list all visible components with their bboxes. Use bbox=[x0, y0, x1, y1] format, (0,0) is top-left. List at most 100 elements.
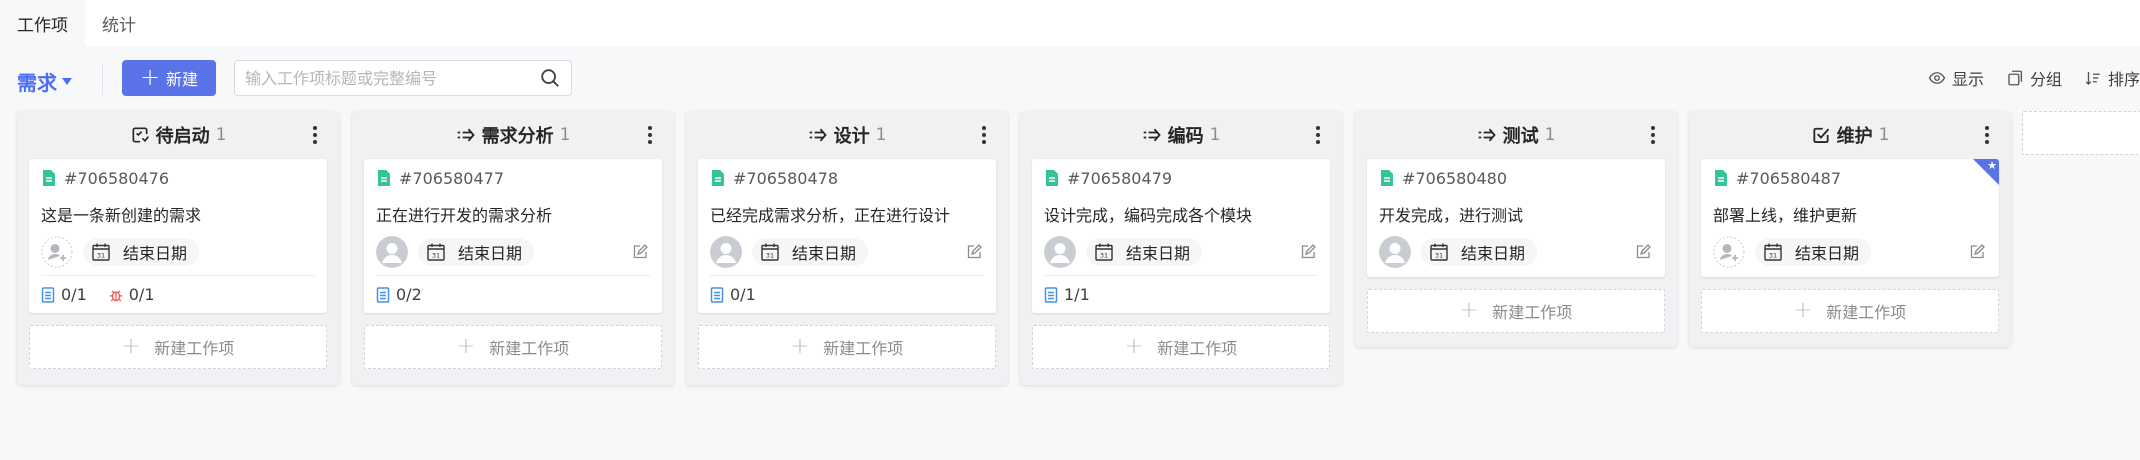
card-id-text: #706580487 bbox=[1736, 168, 1842, 188]
column-more-icon[interactable] bbox=[1643, 125, 1663, 145]
new-work-item-button[interactable]: + 新建 bbox=[122, 60, 216, 96]
card-id: #706580480 bbox=[1367, 159, 1665, 197]
column-more-icon[interactable] bbox=[1977, 125, 1997, 145]
work-item-card[interactable]: #706580478 已经完成需求分析，正在进行设计 31 结束日期 0/1 bbox=[698, 159, 996, 313]
svg-text:31: 31 bbox=[766, 252, 774, 260]
end-date-picker[interactable]: 31 结束日期 bbox=[752, 238, 869, 266]
avatar[interactable] bbox=[1379, 236, 1411, 268]
edit-icon[interactable] bbox=[632, 244, 648, 260]
add-work-item-button[interactable]: + 新建工作项 bbox=[1367, 289, 1665, 333]
end-date-label: 结束日期 bbox=[1126, 244, 1191, 263]
calendar-icon: 31 bbox=[427, 243, 445, 261]
board-column: 测试 1 #706580480 开发完成，进行测试 31 结束日期 + 新建工作项 bbox=[1355, 111, 1677, 347]
edit-icon[interactable] bbox=[1969, 244, 1985, 260]
add-column-button[interactable]: + bbox=[2022, 111, 2140, 155]
column-title: 待启动 bbox=[155, 126, 210, 147]
column-more-icon[interactable] bbox=[1308, 125, 1328, 145]
column-more-icon[interactable] bbox=[305, 125, 325, 145]
toolbar-divider bbox=[102, 64, 103, 95]
edit-icon[interactable] bbox=[1635, 244, 1651, 260]
card-meta: 31 结束日期 bbox=[698, 231, 996, 273]
progress-arrow-icon bbox=[1478, 128, 1496, 142]
add-work-item-label: 新建工作项 bbox=[154, 339, 235, 358]
column-more-icon[interactable] bbox=[974, 125, 994, 145]
task-count[interactable]: 0/1 bbox=[710, 285, 756, 304]
end-date-picker[interactable]: 31 结束日期 bbox=[418, 238, 535, 266]
task-count[interactable]: 1/1 bbox=[1044, 285, 1090, 304]
card-title: 开发完成，进行测试 bbox=[1379, 206, 1524, 225]
tab-work-items[interactable]: 工作项 bbox=[0, 0, 85, 46]
add-work-item-button[interactable]: + 新建工作项 bbox=[29, 325, 327, 369]
calendar-icon: 31 bbox=[1764, 243, 1782, 261]
avatar[interactable] bbox=[1044, 236, 1076, 268]
calendar-icon: 31 bbox=[1095, 243, 1113, 261]
assign-member-icon[interactable] bbox=[41, 236, 73, 268]
calendar-icon: 31 bbox=[761, 243, 779, 261]
task-icon bbox=[1044, 286, 1058, 303]
progress-arrow-icon bbox=[809, 128, 827, 142]
avatar[interactable] bbox=[376, 236, 408, 268]
group-icon bbox=[2008, 70, 2023, 86]
plus-icon: + bbox=[1124, 334, 1144, 359]
eye-icon bbox=[1928, 72, 1946, 84]
work-item-type-select[interactable]: 需求 bbox=[17, 67, 72, 96]
task-count[interactable]: 0/2 bbox=[376, 285, 422, 304]
end-date-picker[interactable]: 31 结束日期 bbox=[83, 238, 200, 266]
work-item-card[interactable]: #706580480 开发完成，进行测试 31 结束日期 bbox=[1367, 159, 1665, 277]
card-id-text: #706580478 bbox=[733, 168, 839, 188]
add-work-item-button[interactable]: + 新建工作项 bbox=[364, 325, 662, 369]
card-title: 正在进行开发的需求分析 bbox=[376, 206, 553, 225]
svg-text:31: 31 bbox=[1769, 252, 1777, 260]
plus-icon: + bbox=[790, 334, 810, 359]
avatar[interactable] bbox=[710, 236, 742, 268]
search-input[interactable] bbox=[245, 68, 539, 88]
card-meta: 31 结束日期 bbox=[29, 231, 327, 273]
calendar-icon: 31 bbox=[92, 243, 110, 261]
top-tab-bar: 工作项 统计 bbox=[0, 0, 2140, 46]
svg-text:31: 31 bbox=[1435, 252, 1443, 260]
edit-icon[interactable] bbox=[1300, 244, 1316, 260]
end-date-picker[interactable]: 31 结束日期 bbox=[1086, 238, 1203, 266]
card-footer: 1/1 bbox=[1044, 275, 1318, 313]
task-count[interactable]: 0/1 bbox=[41, 285, 87, 304]
caret-down-icon bbox=[62, 78, 72, 85]
add-work-item-button[interactable]: + 新建工作项 bbox=[1032, 325, 1330, 369]
work-item-card[interactable]: #706580477 正在进行开发的需求分析 31 结束日期 0/2 bbox=[364, 159, 662, 313]
end-date-label: 结束日期 bbox=[123, 244, 188, 263]
work-item-card[interactable]: #706580476 这是一条新创建的需求 31 结束日期 0/1 0/1 bbox=[29, 159, 327, 313]
card-title: 部署上线，维护更新 bbox=[1713, 206, 1858, 225]
view-tools: 显示 分组 排序 bbox=[1928, 66, 2140, 90]
tab-statistics[interactable]: 统计 bbox=[85, 0, 153, 46]
progress-arrow-icon bbox=[457, 128, 475, 142]
column-count: 1 bbox=[215, 125, 227, 145]
search-icon[interactable] bbox=[539, 67, 561, 89]
end-date-picker[interactable]: 31 结束日期 bbox=[1755, 238, 1872, 266]
group-button[interactable]: 分组 bbox=[2006, 66, 2062, 90]
add-work-item-label: 新建工作项 bbox=[489, 339, 570, 358]
display-button[interactable]: 显示 bbox=[1928, 66, 1984, 90]
edit-icon[interactable] bbox=[966, 244, 982, 260]
bug-count[interactable]: 0/1 bbox=[109, 285, 155, 304]
add-work-item-button[interactable]: + 新建工作项 bbox=[698, 325, 996, 369]
card-id: #706580476 bbox=[29, 159, 327, 197]
stat-value: 0/1 bbox=[128, 285, 155, 304]
work-item-card[interactable]: ★ #706580487 部署上线，维护更新 31 结束日期 bbox=[1701, 159, 1999, 277]
add-work-item-button[interactable]: + 新建工作项 bbox=[1701, 289, 1999, 333]
card-id-text: #706580479 bbox=[1067, 168, 1173, 188]
add-work-item-label: 新建工作项 bbox=[1492, 303, 1573, 322]
assign-member-icon[interactable] bbox=[1713, 236, 1745, 268]
display-label: 显示 bbox=[1951, 70, 1984, 89]
column-title: 编码 bbox=[1167, 126, 1204, 147]
calendar-icon: 31 bbox=[1430, 243, 1448, 261]
requirement-doc-icon bbox=[1046, 170, 1058, 186]
column-more-icon[interactable] bbox=[640, 125, 660, 145]
sort-button[interactable]: 排序 bbox=[2084, 66, 2140, 90]
requirement-doc-icon bbox=[43, 170, 55, 186]
end-date-picker[interactable]: 31 结束日期 bbox=[1421, 238, 1538, 266]
column-header: 需求分析 1 bbox=[352, 111, 674, 159]
card-id-text: #706580477 bbox=[399, 168, 505, 188]
svg-text:31: 31 bbox=[1100, 252, 1108, 260]
board-column: 设计 1 #706580478 已经完成需求分析，正在进行设计 31 结束日期 0/1 + 新建… bbox=[686, 111, 1008, 385]
end-date-label: 结束日期 bbox=[792, 244, 857, 263]
work-item-card[interactable]: #706580479 设计完成，编码完成各个模块 31 结束日期 1/1 bbox=[1032, 159, 1330, 313]
